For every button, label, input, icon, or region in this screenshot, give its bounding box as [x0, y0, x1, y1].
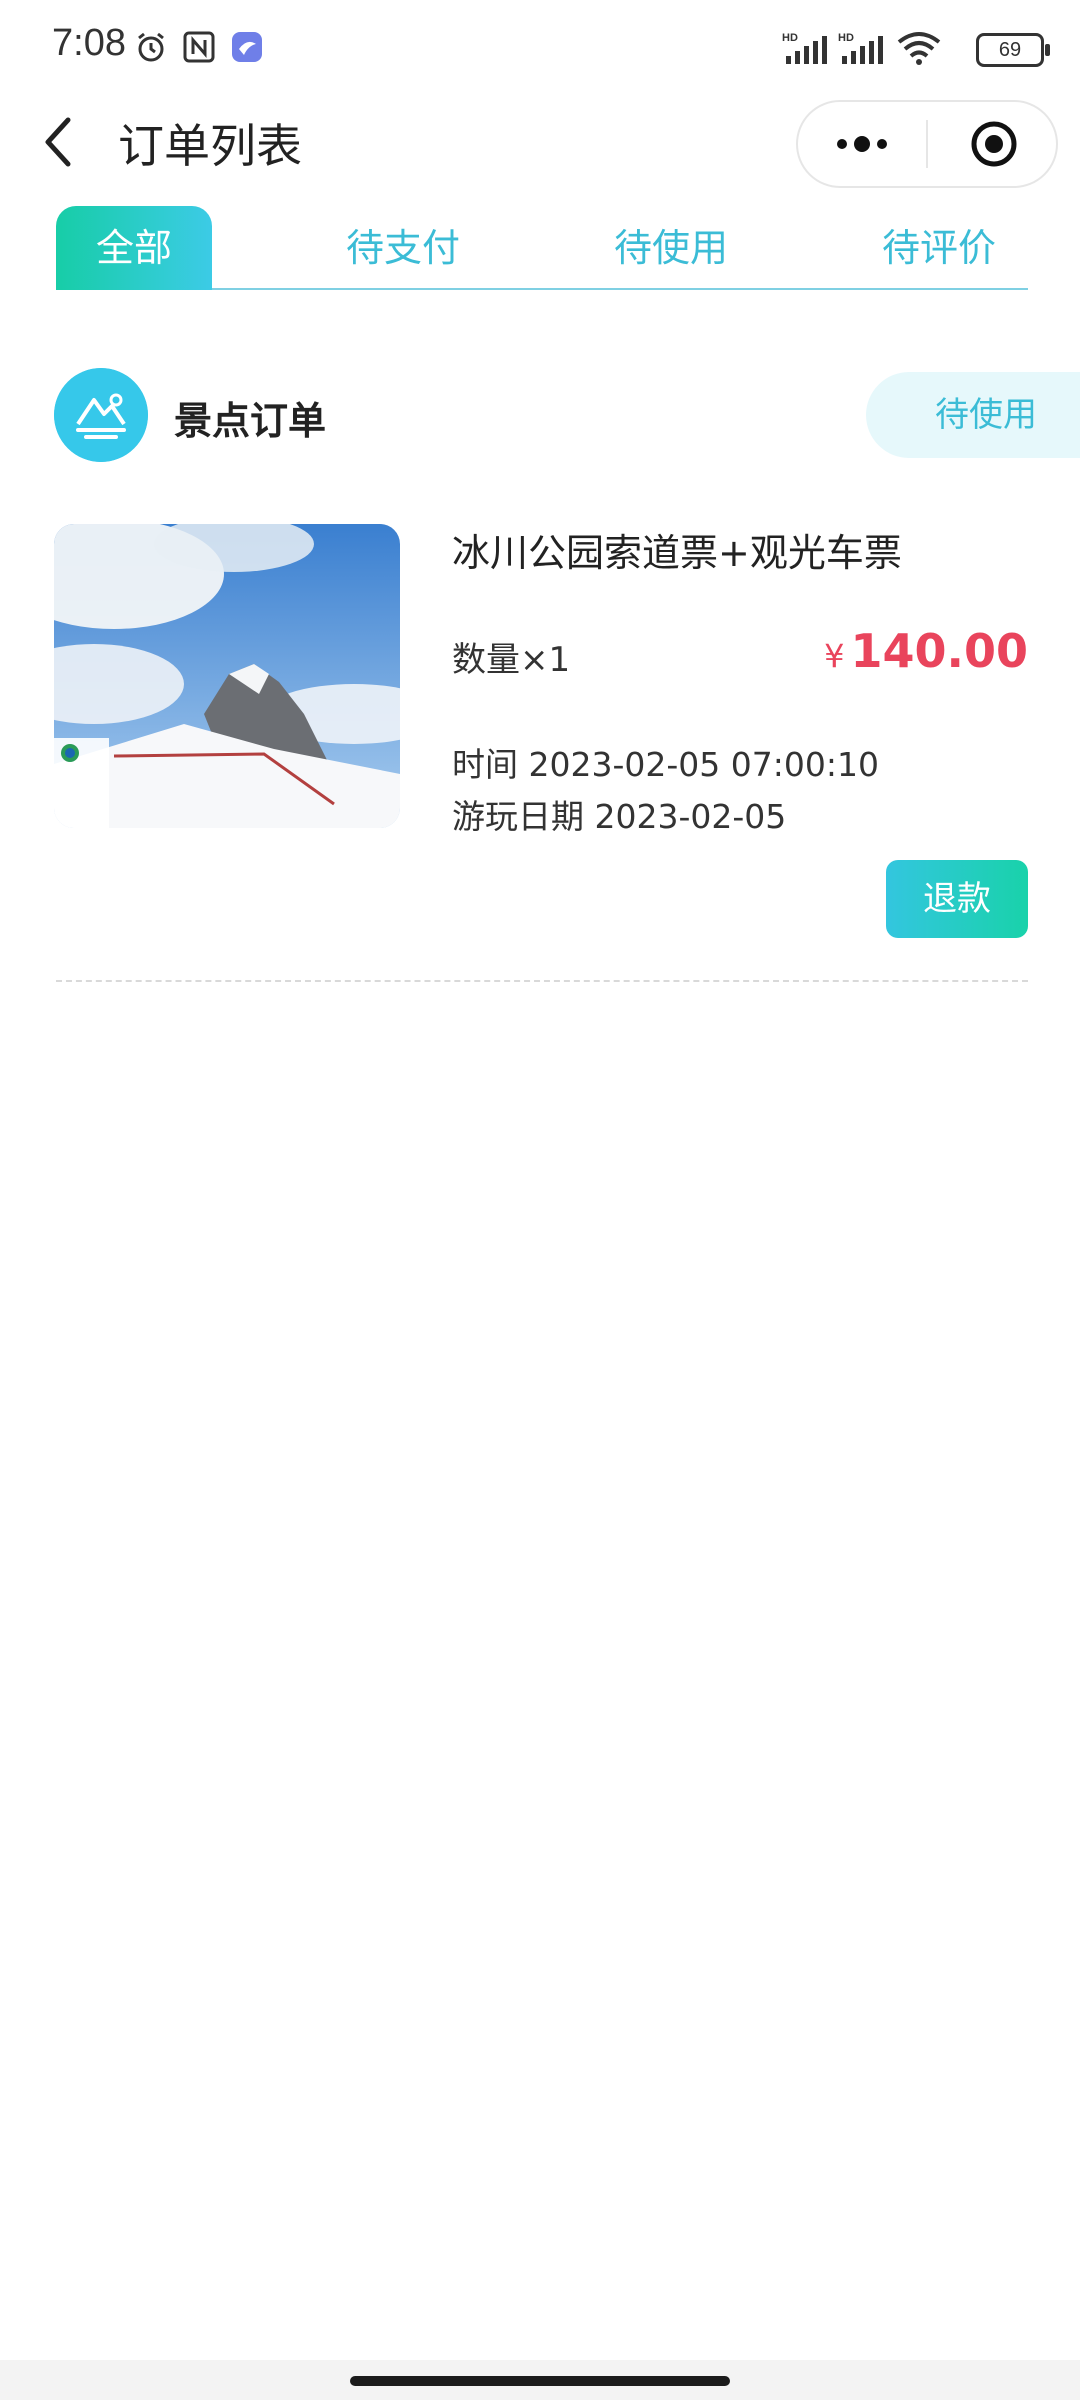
close-target-icon[interactable]	[970, 120, 1018, 168]
page-title: 订单列表	[118, 119, 302, 173]
price: ¥140.00	[824, 624, 1028, 678]
order-time: 时间 2023-02-05 07:00:10	[452, 745, 879, 784]
alarm-icon	[138, 32, 164, 62]
capsule-divider	[926, 120, 928, 168]
home-indicator[interactable]	[350, 2376, 730, 2386]
wifi-icon	[897, 32, 941, 65]
refund-button[interactable]: 退款	[886, 860, 1028, 938]
product-name: 冰川公园索道票+观光车票	[452, 531, 902, 575]
back-button[interactable]	[38, 112, 78, 172]
app-notify-icon	[232, 32, 262, 62]
scenic-spot-icon	[54, 368, 148, 462]
more-icon[interactable]	[834, 122, 890, 166]
svg-text:HD: HD	[838, 32, 854, 44]
tab-pending-use[interactable]: 待使用	[578, 206, 764, 290]
currency-symbol: ¥	[824, 637, 845, 675]
tab-all[interactable]: 全部	[56, 206, 212, 290]
play-date: 游玩日期 2023-02-05	[452, 797, 787, 836]
order-divider	[56, 980, 1028, 982]
status-time: 7:08	[52, 22, 126, 64]
product-image[interactable]	[54, 524, 400, 828]
svg-text:HD: HD	[782, 32, 798, 44]
mini-program-capsule	[796, 100, 1058, 188]
order-status-badge: 待使用	[866, 372, 1080, 458]
hd-signal-icon: HD	[838, 32, 883, 64]
quantity: 数量×1	[452, 640, 571, 680]
nfc-icon	[183, 31, 215, 63]
price-value: 140.00	[850, 624, 1028, 678]
battery-icon: 69	[976, 33, 1050, 67]
order-type-label: 景点订单	[174, 399, 327, 443]
tab-pending-payment[interactable]: 待支付	[310, 206, 496, 290]
hd-signal-icon: HD	[782, 32, 827, 64]
tab-pending-review[interactable]: 待评价	[846, 206, 1032, 290]
